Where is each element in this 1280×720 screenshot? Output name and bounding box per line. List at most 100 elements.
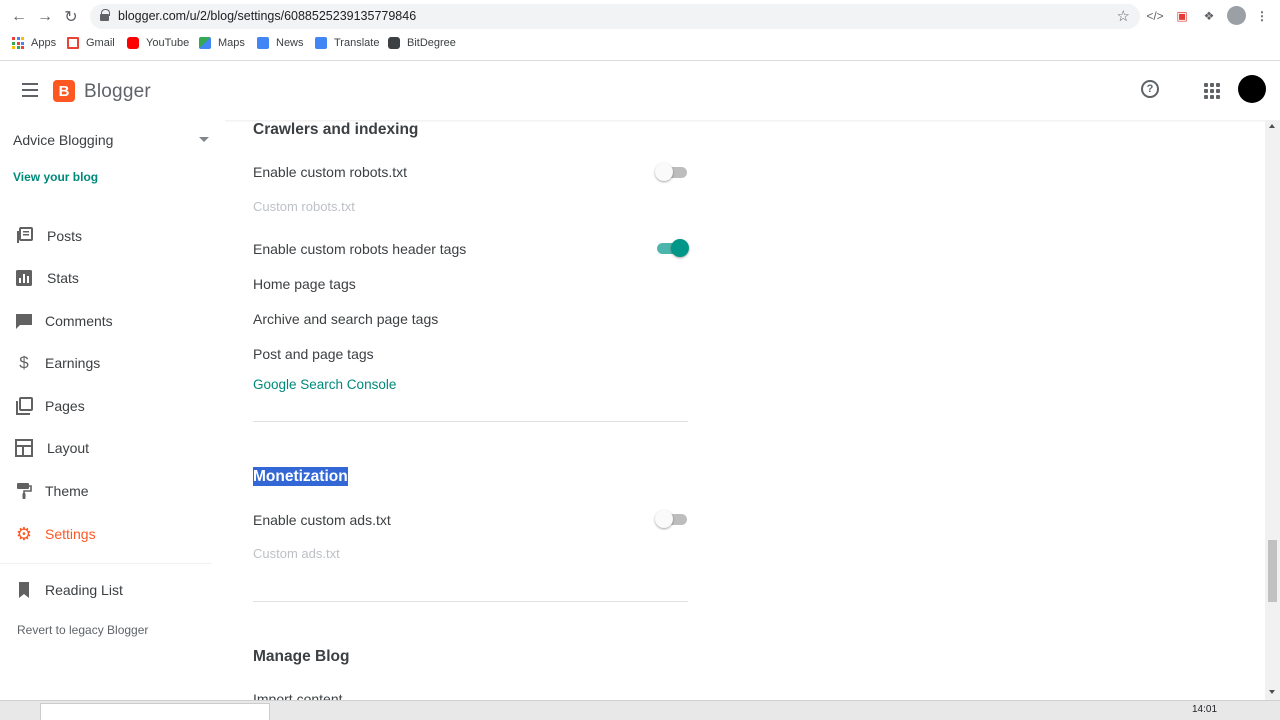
help-icon[interactable]: ? bbox=[1141, 80, 1159, 98]
sidebar-item-label: Posts bbox=[47, 228, 83, 244]
bookmark-maps[interactable]: Maps bbox=[199, 37, 245, 49]
google-apps-icon[interactable] bbox=[1204, 83, 1220, 99]
toggle-thumb bbox=[655, 510, 673, 528]
back-arrow-icon[interactable]: ← bbox=[8, 6, 30, 28]
sidebar: Advice Blogging View your blog Posts Sta… bbox=[0, 120, 225, 700]
address-url: blogger.com/u/2/blog/settings/6088525239… bbox=[118, 9, 417, 23]
sidebar-item-layout[interactable]: Layout bbox=[0, 430, 215, 466]
chevron-down-icon[interactable] bbox=[199, 137, 209, 142]
gmail-icon bbox=[67, 37, 79, 49]
sidebar-item-theme[interactable]: Theme bbox=[0, 473, 215, 509]
section-divider bbox=[253, 601, 688, 602]
taskbar-search-box[interactable] bbox=[40, 703, 270, 720]
browser-profile-avatar[interactable] bbox=[1227, 6, 1246, 25]
reload-icon[interactable]: ↻ bbox=[60, 6, 82, 28]
toggle-thumb bbox=[671, 239, 689, 257]
bookmark-label: Translate bbox=[334, 37, 380, 49]
sidebar-item-comments[interactable]: Comments bbox=[0, 303, 215, 339]
search-console-link[interactable]: Google Search Console bbox=[253, 377, 396, 392]
theme-icon bbox=[15, 482, 33, 500]
brand-name[interactable]: Blogger bbox=[84, 81, 151, 103]
section-title-monetization: Monetization bbox=[253, 467, 348, 486]
blogger-logo-icon[interactable]: B bbox=[53, 80, 75, 102]
bookmark-label: Apps bbox=[31, 37, 57, 49]
bookmark-apps[interactable]: Apps bbox=[12, 37, 56, 49]
scroll-down-icon[interactable] bbox=[1269, 690, 1275, 694]
sidebar-item-pages[interactable]: Pages bbox=[0, 388, 215, 424]
selected-text: Monetization bbox=[253, 467, 348, 486]
archive-search-tags[interactable]: Archive and search page tags bbox=[253, 311, 438, 327]
header-tags-toggle[interactable] bbox=[655, 238, 689, 258]
sidebar-item-label: Comments bbox=[45, 313, 113, 329]
bitdegree-icon bbox=[388, 37, 400, 49]
custom-ads-label[interactable]: Enable custom ads.txt bbox=[253, 512, 391, 528]
custom-robots-toggle[interactable] bbox=[655, 162, 689, 182]
forward-arrow-icon[interactable]: → bbox=[34, 6, 56, 28]
section-title-crawlers: Crawlers and indexing bbox=[253, 121, 419, 138]
browser-chrome: ← → ↻ blogger.com/u/2/blog/settings/6088… bbox=[0, 0, 1280, 61]
bookmark-label: BitDegree bbox=[407, 37, 456, 49]
import-content-link[interactable]: Import content bbox=[253, 691, 343, 700]
bookmark-gmail[interactable]: Gmail bbox=[67, 37, 115, 49]
sidebar-item-label: Layout bbox=[47, 440, 90, 456]
sidebar-item-posts[interactable]: Posts bbox=[0, 218, 215, 254]
shield-extension-icon[interactable]: ▣ bbox=[1173, 7, 1191, 25]
youtube-icon bbox=[127, 37, 139, 49]
star-icon[interactable]: ☆ bbox=[1117, 7, 1130, 25]
browser-menu-icon[interactable]: ⋮ bbox=[1253, 7, 1271, 25]
custom-robots-label[interactable]: Enable custom robots.txt bbox=[253, 164, 407, 180]
news-icon bbox=[257, 37, 269, 49]
view-blog-link[interactable]: View your blog bbox=[13, 170, 98, 184]
menu-icon[interactable] bbox=[22, 83, 38, 97]
custom-ads-setting: Custom ads.txt bbox=[253, 546, 340, 561]
section-title-manage-blog: Manage Blog bbox=[253, 648, 350, 665]
bookmark-label: YouTube bbox=[146, 37, 190, 49]
sidebar-item-settings[interactable]: ⚙ Settings bbox=[0, 516, 215, 552]
scrollbar-thumb[interactable] bbox=[1268, 540, 1277, 602]
layout-icon bbox=[15, 439, 33, 457]
sidebar-item-earnings[interactable]: $ Earnings bbox=[0, 345, 215, 381]
comments-icon bbox=[15, 312, 33, 330]
posts-icon bbox=[15, 227, 33, 245]
sidebar-item-label: Theme bbox=[45, 483, 89, 499]
os-taskbar: 14:01 bbox=[0, 700, 1280, 720]
lock-icon bbox=[100, 9, 110, 21]
code-extension-icon[interactable]: </> bbox=[1146, 7, 1164, 25]
post-page-tags[interactable]: Post and page tags bbox=[253, 346, 374, 362]
taskbar-clock: 14:01 bbox=[1192, 704, 1218, 715]
bookmark-icon bbox=[15, 581, 33, 599]
header-tags-label[interactable]: Enable custom robots header tags bbox=[253, 241, 466, 257]
scroll-up-icon[interactable] bbox=[1269, 124, 1275, 128]
blog-selector[interactable]: Advice Blogging bbox=[13, 132, 113, 148]
section-divider bbox=[253, 421, 688, 422]
sidebar-item-label: Reading List bbox=[45, 582, 123, 598]
sidebar-item-stats[interactable]: Stats bbox=[0, 260, 215, 296]
bookmark-youtube[interactable]: YouTube bbox=[127, 37, 189, 49]
settings-content: Crawlers and indexing Enable custom robo… bbox=[225, 120, 1265, 700]
bookmark-label: Maps bbox=[218, 37, 245, 49]
account-avatar[interactable] bbox=[1238, 75, 1266, 103]
apps-grid-icon bbox=[12, 37, 24, 49]
bookmark-label: Gmail bbox=[86, 37, 115, 49]
page-scrollbar[interactable] bbox=[1265, 120, 1280, 700]
sidebar-item-label: Earnings bbox=[45, 355, 101, 371]
settings-gear-icon: ⚙ bbox=[15, 523, 33, 544]
custom-ads-toggle[interactable] bbox=[655, 509, 689, 529]
puzzle-extensions-icon[interactable]: ❖ bbox=[1200, 7, 1218, 25]
pages-icon bbox=[15, 397, 33, 415]
sidebar-item-label: Pages bbox=[45, 398, 85, 414]
bookmark-bitdegree[interactable]: BitDegree bbox=[388, 37, 456, 49]
home-page-tags[interactable]: Home page tags bbox=[253, 276, 356, 292]
toggle-thumb bbox=[655, 163, 673, 181]
bookmark-translate[interactable]: Translate bbox=[315, 37, 379, 49]
stats-icon bbox=[15, 269, 33, 287]
earnings-icon: $ bbox=[19, 353, 29, 372]
bookmark-news[interactable]: News bbox=[257, 37, 304, 49]
sidebar-item-label: Stats bbox=[47, 270, 79, 286]
address-bar[interactable]: blogger.com/u/2/blog/settings/6088525239… bbox=[90, 4, 1140, 29]
bookmark-label: News bbox=[276, 37, 304, 49]
maps-icon bbox=[199, 37, 211, 49]
revert-legacy-link[interactable]: Revert to legacy Blogger bbox=[17, 623, 148, 637]
sidebar-item-label: Settings bbox=[45, 526, 96, 542]
sidebar-item-reading-list[interactable]: Reading List bbox=[0, 572, 215, 608]
